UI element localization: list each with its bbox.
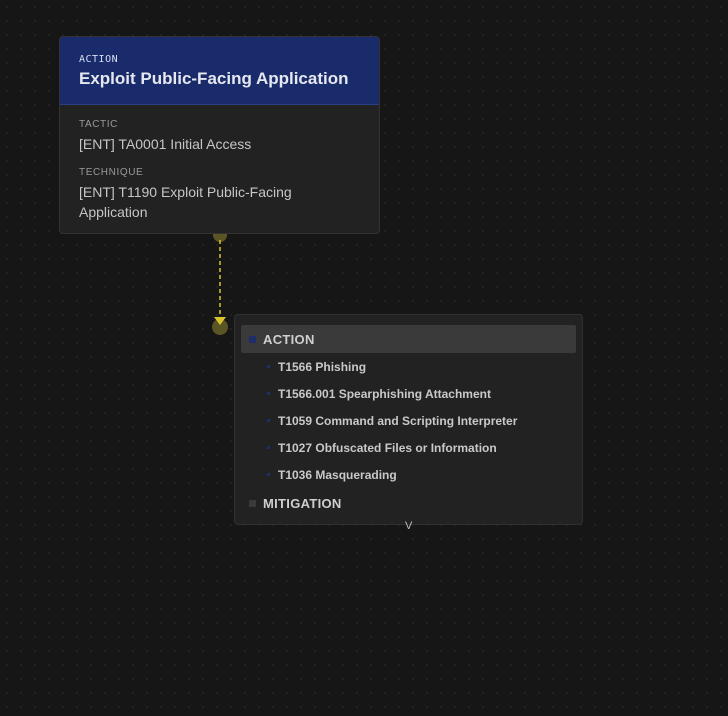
bullet-icon	[267, 473, 270, 476]
menu-item-label: T1027 Obfuscated Files or Information	[278, 440, 497, 455]
menu-item-t1566[interactable]: T1566 Phishing	[241, 353, 576, 380]
bullet-icon	[267, 392, 270, 395]
node-type-menu[interactable]: ACTION T1566 Phishing T1566.001 Spearphi…	[234, 314, 583, 532]
node-kind-label: ACTION	[79, 54, 119, 65]
technique-label: TECHNIQUE	[79, 167, 144, 178]
scroll-down-caret[interactable]: V	[405, 520, 412, 532]
menu-group-mitigation[interactable]: MITIGATION	[241, 489, 576, 517]
action-square-icon	[249, 335, 256, 343]
bullet-icon	[267, 446, 270, 449]
menu-item-label: T1036 Masquerading	[278, 467, 397, 482]
menu-group-action[interactable]: ACTION	[241, 325, 576, 353]
menu-item-t1027[interactable]: T1027 Obfuscated Files or Information	[241, 434, 576, 461]
mitigation-square-icon	[249, 499, 256, 507]
bullet-icon	[267, 419, 270, 422]
menu-group-label: MITIGATION	[263, 495, 342, 511]
bullet-icon	[267, 365, 270, 368]
action-node[interactable]: ACTION Exploit Public-Facing Application…	[59, 36, 380, 234]
menu-item-t1036[interactable]: T1036 Masquerading	[241, 461, 576, 488]
node-title: Exploit Public-Facing Application	[79, 69, 349, 88]
technique-value: [ENT] T1190 Exploit Public-Facing Applic…	[79, 184, 292, 220]
node-header: ACTION Exploit Public-Facing Application	[60, 37, 379, 105]
menu-item-label: T1059 Command and Scripting Interpreter	[278, 413, 518, 428]
node-body: TACTIC [ENT] TA0001 Initial Access TECHN…	[60, 105, 379, 222]
tactic-field: TACTIC [ENT] TA0001 Initial Access	[79, 119, 360, 154]
menu-item-label: T1566.001 Spearphishing Attachment	[278, 386, 491, 401]
technique-field: TECHNIQUE [ENT] T1190 Exploit Public-Fac…	[79, 167, 360, 222]
tactic-label: TACTIC	[79, 119, 118, 130]
menu-item-label: T1566 Phishing	[278, 359, 367, 374]
menu-item-t1059[interactable]: T1059 Command and Scripting Interpreter	[241, 407, 576, 434]
tactic-value: [ENT] TA0001 Initial Access	[79, 136, 252, 152]
menu-group-label: ACTION	[263, 331, 315, 347]
menu-item-t1566-001[interactable]: T1566.001 Spearphishing Attachment	[241, 380, 576, 407]
graph-canvas[interactable]: ACTION Exploit Public-Facing Application…	[0, 0, 728, 716]
